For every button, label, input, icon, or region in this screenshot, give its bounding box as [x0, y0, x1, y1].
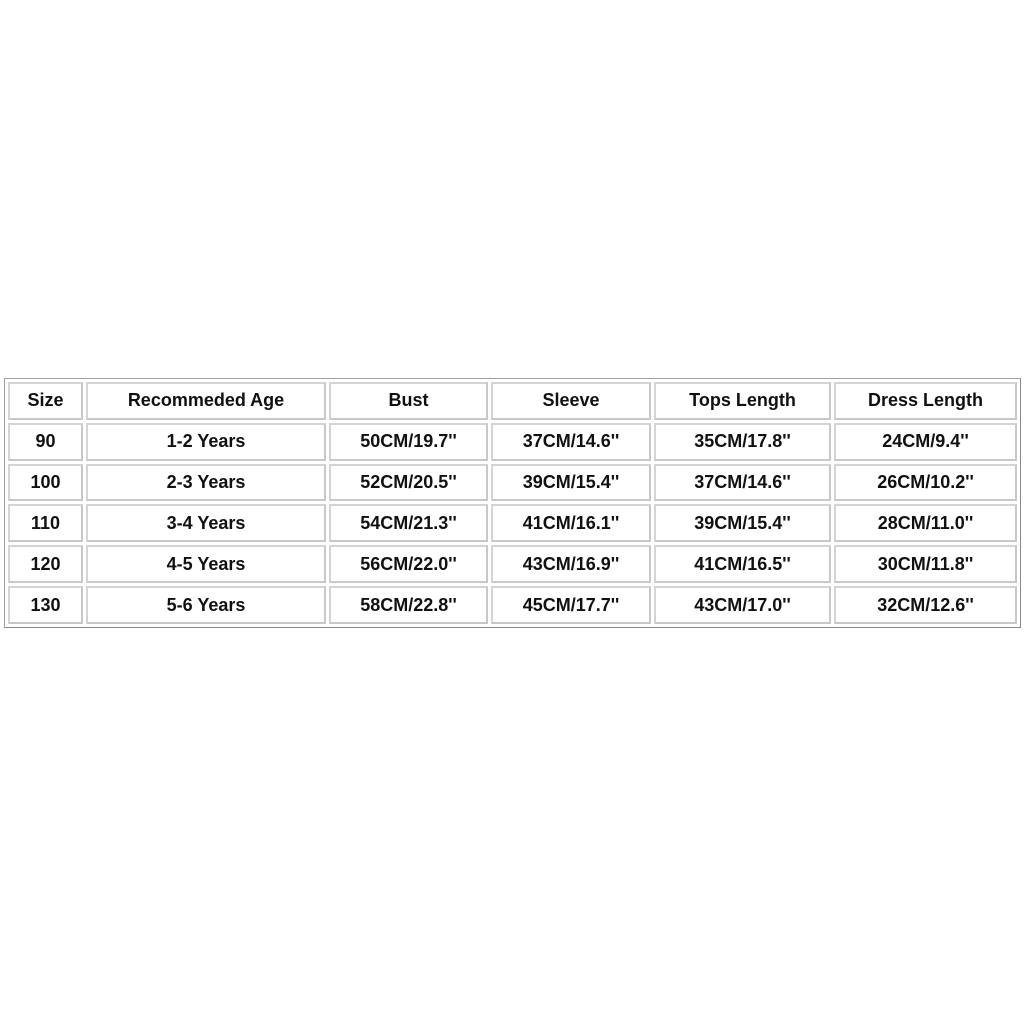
table-cell: 110 [8, 504, 83, 543]
table-cell: 54CM/21.3'' [329, 504, 488, 543]
table-cell: 41CM/16.5'' [654, 545, 831, 584]
column-header: Tops Length [654, 382, 831, 420]
table-cell: 5-6 Years [86, 586, 326, 624]
table-cell: 39CM/15.4'' [491, 463, 651, 502]
table-cell: 130 [8, 586, 83, 624]
table-cell: 37CM/14.6'' [654, 463, 831, 502]
size-chart-table: Size Recommeded Age Bust Sleeve Tops Length D… [4, 378, 1021, 628]
table-row: 130 5-6 Years 58CM/22.8'' 45CM/17.7'' 43CM/1… [8, 586, 1017, 624]
table-cell: 32CM/12.6'' [834, 586, 1017, 624]
table-cell: 45CM/17.7'' [491, 586, 651, 624]
header-row: Size Recommeded Age Bust Sleeve Tops Length D… [8, 382, 1017, 420]
table-cell: 39CM/15.4'' [654, 504, 831, 543]
column-header: Recommeded Age [86, 382, 326, 420]
table-row: 110 3-4 Years 54CM/21.3'' 41CM/16.1'' 39CM/1… [8, 504, 1017, 543]
table-cell: 24CM/9.4'' [834, 422, 1017, 461]
table-row: 90 1-2 Years 50CM/19.7'' 37CM/14.6'' 35CM/17… [8, 422, 1017, 461]
table-cell: 56CM/22.0'' [329, 545, 488, 584]
table-cell: 120 [8, 545, 83, 584]
table-cell: 35CM/17.8'' [654, 422, 831, 461]
table-cell: 1-2 Years [86, 422, 326, 461]
table-cell: 90 [8, 422, 83, 461]
table-cell: 3-4 Years [86, 504, 326, 543]
table-cell: 26CM/10.2'' [834, 463, 1017, 502]
table-cell: 100 [8, 463, 83, 502]
column-header: Bust [329, 382, 488, 420]
table-cell: 30CM/11.8'' [834, 545, 1017, 584]
column-header: Size [8, 382, 83, 420]
table-cell: 58CM/22.8'' [329, 586, 488, 624]
table-cell: 28CM/11.0'' [834, 504, 1017, 543]
column-header: Sleeve [491, 382, 651, 420]
table-cell: 41CM/16.1'' [491, 504, 651, 543]
table-cell: 43CM/16.9'' [491, 545, 651, 584]
table-cell: 2-3 Years [86, 463, 326, 502]
table-cell: 37CM/14.6'' [491, 422, 651, 461]
table-cell: 50CM/19.7'' [329, 422, 488, 461]
table-cell: 52CM/20.5'' [329, 463, 488, 502]
table-cell: 4-5 Years [86, 545, 326, 584]
table-row: 100 2-3 Years 52CM/20.5'' 39CM/15.4'' 37CM/1… [8, 463, 1017, 502]
table-row: 120 4-5 Years 56CM/22.0'' 43CM/16.9'' 41CM/1… [8, 545, 1017, 584]
column-header: Dress Length [834, 382, 1017, 420]
table-cell: 43CM/17.0'' [654, 586, 831, 624]
